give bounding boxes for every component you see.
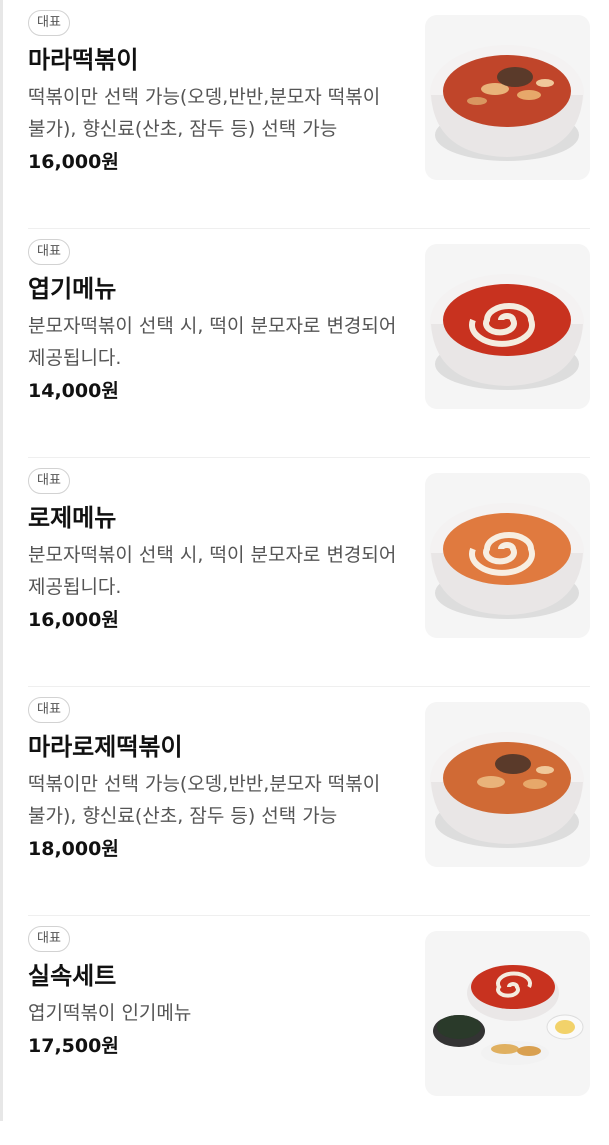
menu-item-text: 대표 마라떡볶이 떡볶이만 선택 가능(오뎅,반반,분모자 떡볶이 불가), 향… [28, 10, 403, 175]
menu-item-description: 떡볶이만 선택 가능(오뎅,반반,분모자 떡볶이 불가), 향신료(산초, 잠두… [28, 773, 381, 827]
menu-item-price: 17,500원 [28, 1035, 119, 1057]
menu-item-price: 18,000원 [28, 838, 119, 860]
menu-item-name: 마라로제떡볶이 [28, 733, 183, 761]
menu-item-thumbnail[interactable] [425, 473, 590, 638]
mala-rose-tteokbokki-bowl-photo [430, 732, 584, 848]
menu-item-description: 떡볶이만 선택 가능(오뎅,반반,분모자 떡볶이 불가), 향신료(산초, 잠두… [28, 86, 381, 140]
menu-item[interactable]: 대표 엽기메뉴 분모자떡볶이 선택 시, 떡이 분모자로 변경되어 제공됩니다.… [28, 229, 590, 458]
menu-item-text: 대표 로제메뉴 분모자떡볶이 선택 시, 떡이 분모자로 변경되어 제공됩니다.… [28, 468, 403, 633]
menu-item[interactable]: 대표 실속세트 엽기떡볶이 인기메뉴 17,500원 [28, 916, 590, 1145]
yeopgi-tteokbokki-bowl-photo [430, 274, 584, 390]
menu-item-text: 대표 실속세트 엽기떡볶이 인기메뉴 17,500원 [28, 926, 403, 1059]
menu-item-thumbnail[interactable] [425, 931, 590, 1096]
menu-item-name: 엽기메뉴 [28, 275, 117, 303]
signature-badge: 대표 [28, 697, 70, 723]
value-set-photo [433, 965, 584, 1065]
menu-item-name: 마라떡볶이 [28, 46, 139, 74]
menu-item-name: 실속세트 [28, 962, 117, 990]
menu-item-description: 분모자떡볶이 선택 시, 떡이 분모자로 변경되어 제공됩니다. [28, 544, 397, 598]
menu-item[interactable]: 대표 마라로제떡볶이 떡볶이만 선택 가능(오뎅,반반,분모자 떡볶이 불가),… [28, 687, 590, 916]
signature-badge: 대표 [28, 468, 70, 494]
menu-item-thumbnail[interactable] [425, 702, 590, 867]
left-border [0, 0, 3, 1121]
menu-item-text: 대표 엽기메뉴 분모자떡볶이 선택 시, 떡이 분모자로 변경되어 제공됩니다.… [28, 239, 403, 404]
menu-item-thumbnail[interactable] [425, 15, 590, 180]
mala-tteokbokki-bowl-photo [430, 45, 584, 161]
menu-list: 대표 마라떡볶이 떡볶이만 선택 가능(오뎅,반반,분모자 떡볶이 불가), 향… [28, 0, 590, 1145]
menu-item-price: 16,000원 [28, 609, 119, 631]
menu-item-thumbnail[interactable] [425, 244, 590, 409]
menu-item[interactable]: 대표 마라떡볶이 떡볶이만 선택 가능(오뎅,반반,분모자 떡볶이 불가), 향… [28, 0, 590, 229]
signature-badge: 대표 [28, 239, 70, 265]
menu-item-description: 엽기떡볶이 인기메뉴 [28, 1002, 192, 1024]
menu-item-price: 14,000원 [28, 380, 119, 402]
signature-badge: 대표 [28, 10, 70, 36]
menu-item-price: 16,000원 [28, 151, 119, 173]
signature-badge: 대표 [28, 926, 70, 952]
menu-item[interactable]: 대표 로제메뉴 분모자떡볶이 선택 시, 떡이 분모자로 변경되어 제공됩니다.… [28, 458, 590, 687]
menu-item-text: 대표 마라로제떡볶이 떡볶이만 선택 가능(오뎅,반반,분모자 떡볶이 불가),… [28, 697, 403, 862]
menu-item-name: 로제메뉴 [28, 504, 117, 532]
rose-tteokbokki-bowl-photo [430, 503, 584, 619]
menu-item-description: 분모자떡볶이 선택 시, 떡이 분모자로 변경되어 제공됩니다. [28, 315, 397, 369]
